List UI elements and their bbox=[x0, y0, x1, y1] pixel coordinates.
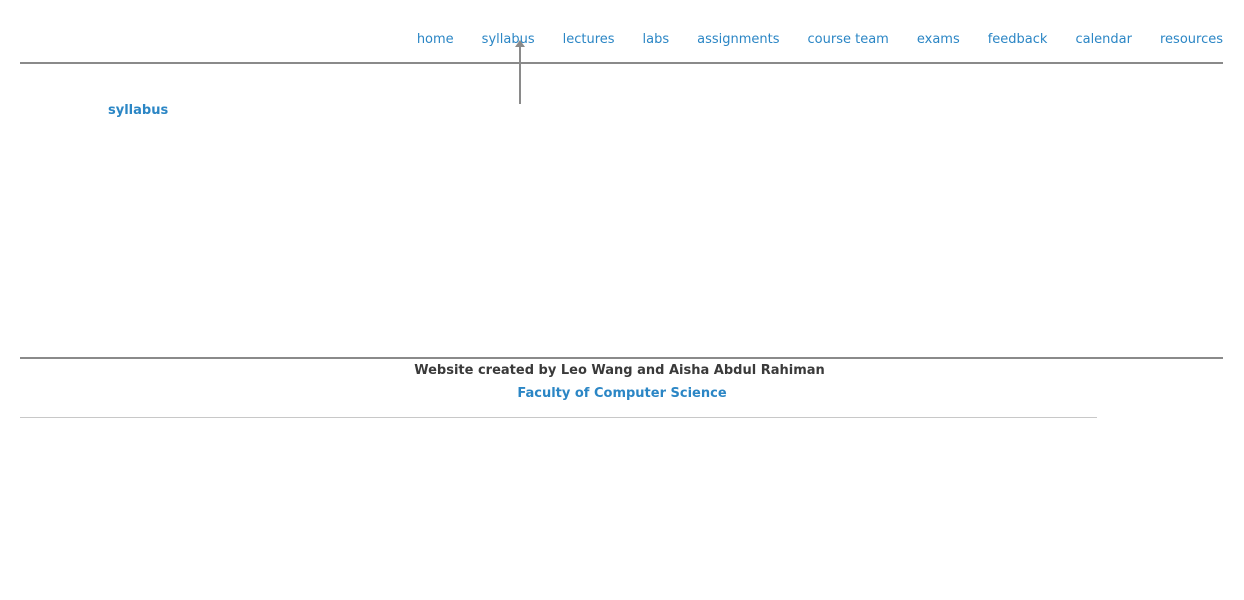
nav-link-syllabus[interactable]: syllabus bbox=[482, 30, 535, 50]
nav-link-lectures[interactable]: lectures bbox=[563, 30, 615, 50]
footer-divider bbox=[20, 357, 1223, 359]
faculty-link[interactable]: Faculty of Computer Science bbox=[0, 386, 1244, 401]
nav-link-assignments[interactable]: assignments bbox=[697, 30, 779, 50]
nav-link-resources[interactable]: resources bbox=[1160, 30, 1223, 50]
nav-link-exams[interactable]: exams bbox=[917, 30, 960, 50]
current-page-link[interactable]: syllabus bbox=[108, 103, 168, 118]
nav-link-course-team[interactable]: course team bbox=[808, 30, 889, 50]
footer-bottom-divider bbox=[20, 417, 1097, 418]
header-divider bbox=[20, 62, 1223, 64]
nav-link-feedback[interactable]: feedback bbox=[988, 30, 1048, 50]
footer-credit: Website created by Leo Wang and Aisha Ab… bbox=[414, 363, 825, 378]
nav-link-labs[interactable]: labs bbox=[643, 30, 670, 50]
nav-link-calendar[interactable]: calendar bbox=[1075, 30, 1132, 50]
top-navigation: home syllabus lectures labs assignments … bbox=[417, 30, 1223, 50]
arrow-up-icon bbox=[515, 40, 525, 47]
nav-link-home[interactable]: home bbox=[417, 30, 454, 50]
mouse-pointer-line bbox=[519, 44, 521, 104]
